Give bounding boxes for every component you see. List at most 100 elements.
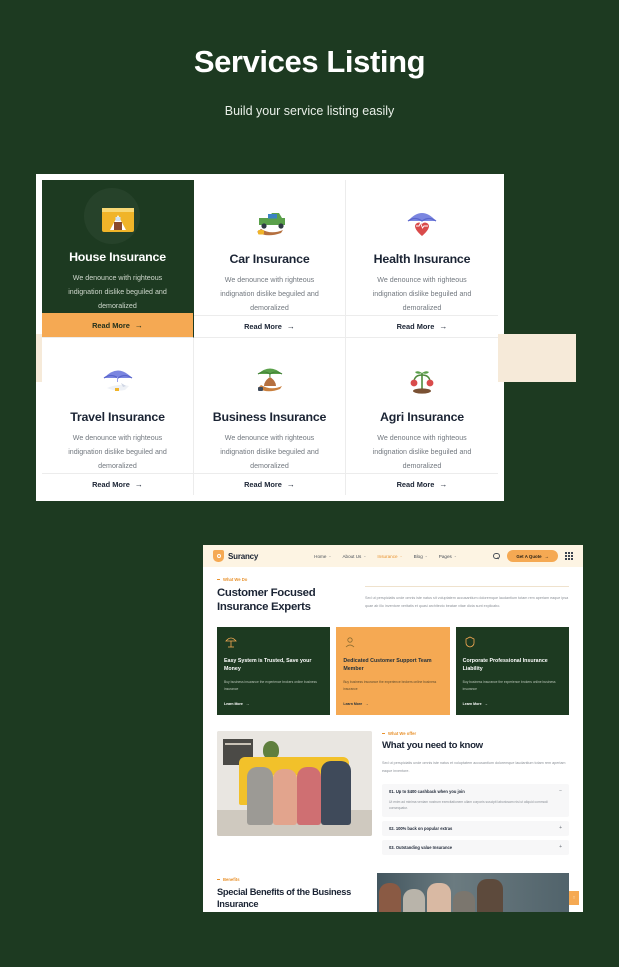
feature-description: Buy business insurance the experience br… xyxy=(343,680,437,692)
learn-more-link[interactable]: Learn More → xyxy=(463,702,562,706)
section-eyebrow: What We Do xyxy=(217,577,347,582)
arrow-right-icon: → xyxy=(484,701,489,706)
accordion-item[interactable]: 01. Up to $400 cashback when you join − … xyxy=(382,783,569,818)
accordion-answer: Ut enim ad minima veniam nostrum exercit… xyxy=(389,799,548,811)
page-title: Services Listing xyxy=(193,44,426,79)
read-more-button[interactable]: Read More → xyxy=(42,473,193,495)
arrow-right-icon: → xyxy=(439,322,448,332)
navbar-actions: Get A Quote → xyxy=(493,550,573,562)
read-more-button[interactable]: Read More → xyxy=(346,315,498,337)
arrow-right-icon: → xyxy=(245,701,250,706)
service-card-business[interactable]: Business Insurance We denounce with righ… xyxy=(194,338,346,495)
service-description: We denounce with righteous indignation d… xyxy=(372,434,472,470)
nav-item-insurance[interactable]: Insurance ⌄ xyxy=(377,554,402,559)
nav-label: Pages xyxy=(438,553,452,559)
services-grid: House Insurance We denounce with righteo… xyxy=(42,180,498,495)
service-title: Health Insurance xyxy=(373,252,471,266)
feature-description: Buy business insurance the experience br… xyxy=(224,680,317,692)
arrow-right-icon: → xyxy=(134,320,143,330)
read-more-button[interactable]: Read More → xyxy=(42,313,193,337)
nav-item-about-us[interactable]: About Us ⌄ xyxy=(342,554,366,559)
read-more-label: Read More xyxy=(92,480,130,490)
read-more-label: Read More xyxy=(396,480,435,490)
feature-description: Buy business insurance the experience br… xyxy=(462,680,556,692)
hero-header: Services Listing Build your service list… xyxy=(0,0,619,118)
read-more-label: Read More xyxy=(92,320,130,330)
service-title: Agri Insurance xyxy=(380,410,464,424)
accordion-item[interactable]: 03. Outstanding value Insurance + xyxy=(382,840,569,856)
site-logo[interactable]: Surancy xyxy=(213,550,258,562)
service-card-house[interactable]: House Insurance We denounce with righteo… xyxy=(42,180,194,338)
service-card-health[interactable]: Health Insurance We denounce with righte… xyxy=(346,180,498,338)
nav-item-blog[interactable]: Blog ⌄ xyxy=(414,554,428,559)
business-team-meeting-photo xyxy=(377,873,569,912)
service-description: We denounce with righteous indignation d… xyxy=(220,434,319,470)
feature-card-support-team[interactable]: Dedicated Customer Support Team Member B… xyxy=(336,626,450,715)
quote-label: Get A Quote xyxy=(516,553,542,559)
service-description: We denounce with righteous indignation d… xyxy=(68,274,167,310)
learn-more-link[interactable]: Learn More → xyxy=(343,702,442,706)
service-description: We denounce with righteous indignation d… xyxy=(372,276,472,312)
agri-insurance-icon xyxy=(401,360,443,400)
accordion-item[interactable]: 02. 100% back on popular extras + xyxy=(382,821,569,837)
service-description: We denounce with righteous indignation d… xyxy=(220,276,319,312)
accordion-question: 03. Outstanding value Insurance xyxy=(389,845,453,851)
feature-title: Corporate Professional Insurance Liabili… xyxy=(462,657,548,672)
nav-menu: Home ⌄ About Us ⌄ Insurance ⌄ Blog ⌄ Pag… xyxy=(314,554,457,559)
feature-title: Dedicated Customer Support Team Member xyxy=(343,657,432,672)
what-you-need-section: What We offer What you need to know Sed … xyxy=(217,730,569,859)
read-more-label: Read More xyxy=(396,322,435,332)
minus-icon[interactable]: − xyxy=(559,788,562,794)
feature-card-liability[interactable]: Corporate Professional Insurance Liabili… xyxy=(455,626,569,715)
learn-more-label: Learn More xyxy=(343,701,363,706)
feature-card-easy-system[interactable]: Easy System is Trusted, Save your Money … xyxy=(217,626,331,715)
arrow-right-icon: → xyxy=(134,480,143,490)
learn-more-link[interactable]: Learn More → xyxy=(224,702,323,706)
benefits-section: Benefits Special Benefits of the Busines… xyxy=(217,873,569,912)
arrow-right-icon: → xyxy=(286,480,295,490)
chevron-down-icon: ⌄ xyxy=(399,554,403,558)
brand-name: Surancy xyxy=(228,551,259,561)
section-eyebrow: Benefits xyxy=(217,877,367,882)
section-eyebrow: What We offer xyxy=(382,731,569,736)
service-card-car[interactable]: Car Insurance We denounce with righteous… xyxy=(194,180,346,338)
section-paragraph: Sed ut perspiciatis unde omnis iste natu… xyxy=(365,596,569,609)
faq-accordion: 01. Up to $400 cashback when you join − … xyxy=(382,783,569,856)
nav-item-home[interactable]: Home ⌄ xyxy=(314,554,331,559)
service-card-agri[interactable]: Agri Insurance We denounce with righteou… xyxy=(346,338,498,495)
accordion-question: 01. Up to $400 cashback when you join xyxy=(389,788,465,794)
page-root: Services Listing Build your service list… xyxy=(0,0,619,967)
nav-label: Home xyxy=(314,553,327,559)
service-description: We denounce with righteous indignation d… xyxy=(68,434,167,470)
feature-cards: Easy System is Trusted, Save your Money … xyxy=(217,626,569,715)
read-more-button[interactable]: Read More → xyxy=(346,473,498,495)
feature-title: Easy System is Trusted, Save your Money xyxy=(224,657,312,672)
search-icon[interactable] xyxy=(493,552,500,560)
arrow-right-icon: → xyxy=(286,322,295,332)
scroll-to-top-button[interactable]: ↑ xyxy=(569,891,579,905)
read-more-label: Read More xyxy=(244,322,282,332)
plus-icon[interactable]: + xyxy=(559,826,562,831)
nav-item-pages[interactable]: Pages ⌄ xyxy=(439,554,457,559)
arrow-right-icon: → xyxy=(439,480,448,490)
service-title: Business Insurance xyxy=(212,410,327,424)
travel-insurance-icon xyxy=(97,360,139,400)
read-more-button[interactable]: Read More → xyxy=(194,473,345,495)
service-card-travel[interactable]: Travel Insurance We denounce with righte… xyxy=(42,338,194,495)
site-content: What We Do Customer Focused Insurance Ex… xyxy=(203,567,583,912)
section-heading: Special Benefits of the Business Insuran… xyxy=(217,887,352,910)
support-team-icon xyxy=(343,635,357,649)
plus-icon[interactable]: + xyxy=(559,845,562,850)
learn-more-label: Learn More xyxy=(462,701,482,706)
nav-label: Blog xyxy=(413,553,423,559)
learn-more-label: Learn More xyxy=(224,701,243,706)
nav-label: Insurance xyxy=(377,553,398,559)
read-more-button[interactable]: Read More → xyxy=(194,315,345,337)
grid-menu-icon[interactable] xyxy=(565,552,573,560)
get-a-quote-button[interactable]: Get A Quote → xyxy=(507,550,558,562)
chevron-down-icon: ⌄ xyxy=(363,554,367,558)
accordion-question: 02. 100% back on popular extras xyxy=(389,826,453,832)
house-insurance-icon xyxy=(97,200,139,240)
chevron-down-icon: ⌄ xyxy=(453,554,457,558)
health-insurance-icon xyxy=(401,202,443,242)
